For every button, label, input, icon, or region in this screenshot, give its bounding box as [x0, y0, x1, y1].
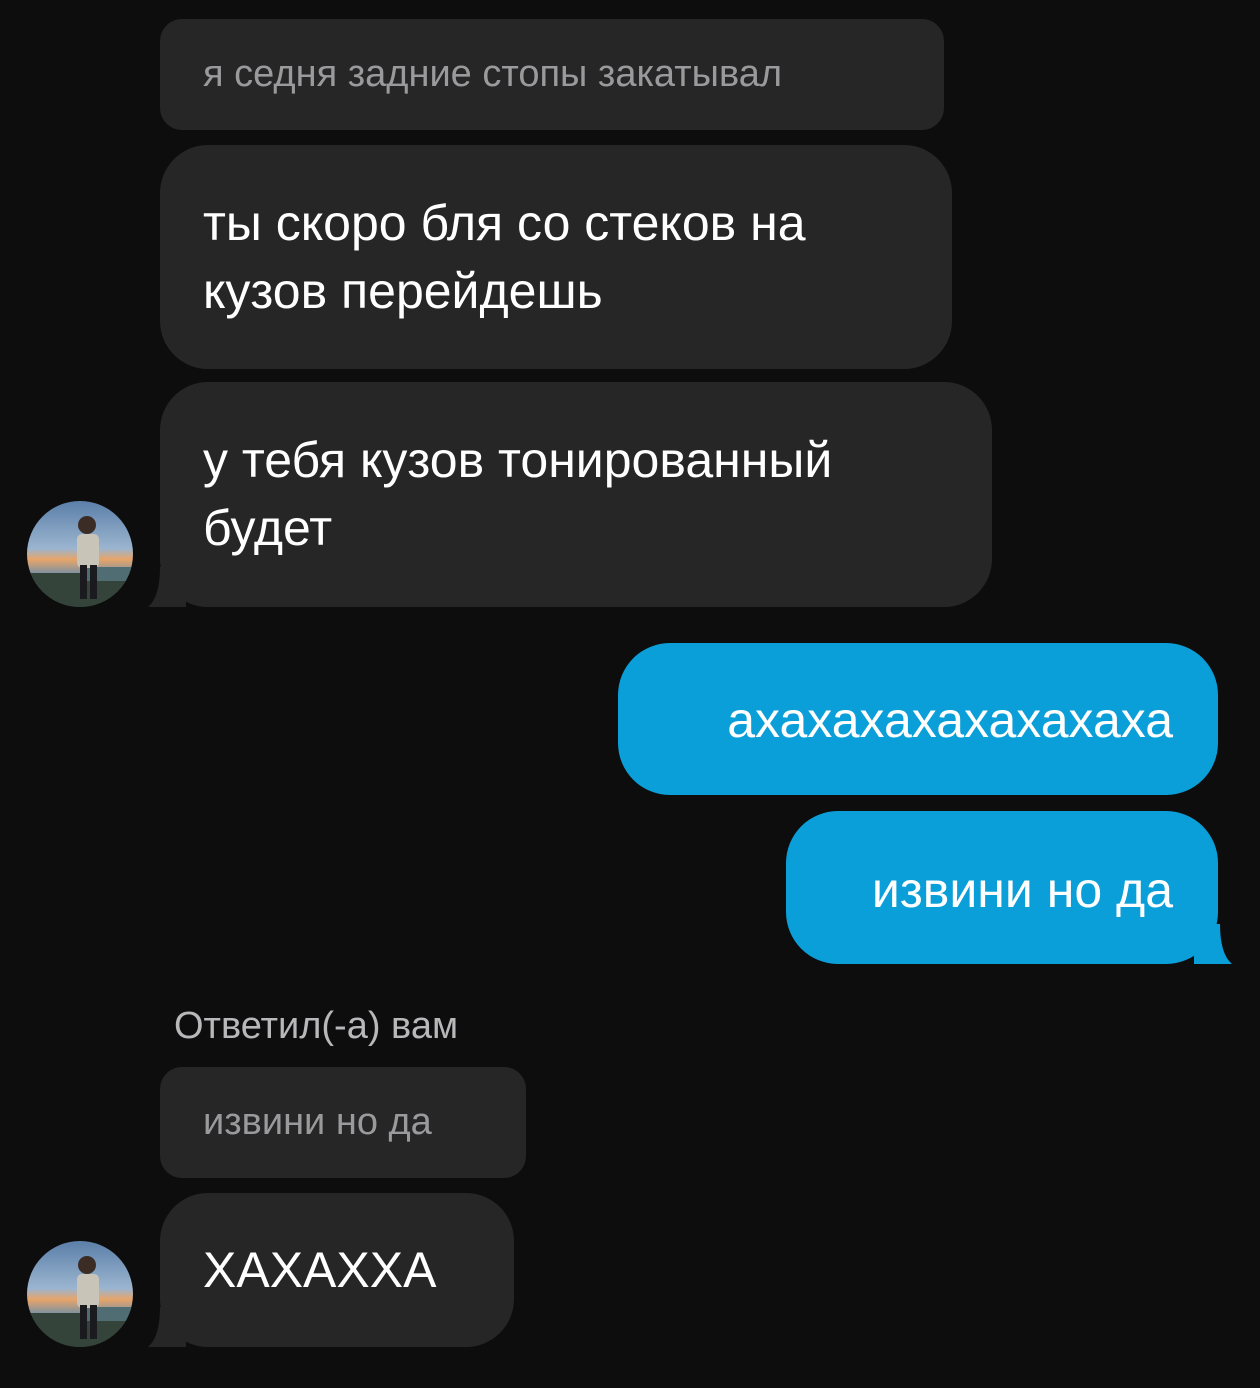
- user-avatar-photo-icon: [27, 501, 133, 607]
- user-avatar-photo-icon: [27, 1241, 133, 1347]
- message-text: извини но да: [871, 862, 1173, 918]
- reply-quote-bubble[interactable]: я седня задние стопы закатывал: [160, 19, 944, 130]
- reply-quote-bubble[interactable]: извини но да: [160, 1067, 526, 1178]
- avatar[interactable]: [27, 501, 133, 607]
- incoming-message[interactable]: ХАХАХХА: [160, 1193, 514, 1347]
- outgoing-message[interactable]: извини но да: [786, 811, 1218, 964]
- message-text: ахахахахахахахаха: [727, 692, 1173, 748]
- message-text: ХАХАХХА: [203, 1242, 437, 1298]
- reply-quote-text: я седня задние стопы закатывал: [203, 53, 783, 95]
- reply-label: Ответил(-а) вам: [174, 1005, 459, 1047]
- bubble-tail: [1194, 924, 1232, 964]
- message-text: у тебя кузов тонированный будет: [203, 432, 833, 556]
- incoming-message[interactable]: у тебя кузов тонированный будет: [160, 382, 992, 607]
- avatar[interactable]: [27, 1241, 133, 1347]
- incoming-message[interactable]: ты скоро бля со стеков на кузов перейдеш…: [160, 145, 952, 369]
- bubble-tail: [148, 1307, 186, 1347]
- reply-quote-text: извини но да: [203, 1101, 432, 1143]
- bubble-tail: [148, 567, 186, 607]
- message-text: ты скоро бля со стеков на кузов перейдеш…: [203, 195, 806, 319]
- outgoing-message[interactable]: ахахахахахахахаха: [618, 643, 1218, 795]
